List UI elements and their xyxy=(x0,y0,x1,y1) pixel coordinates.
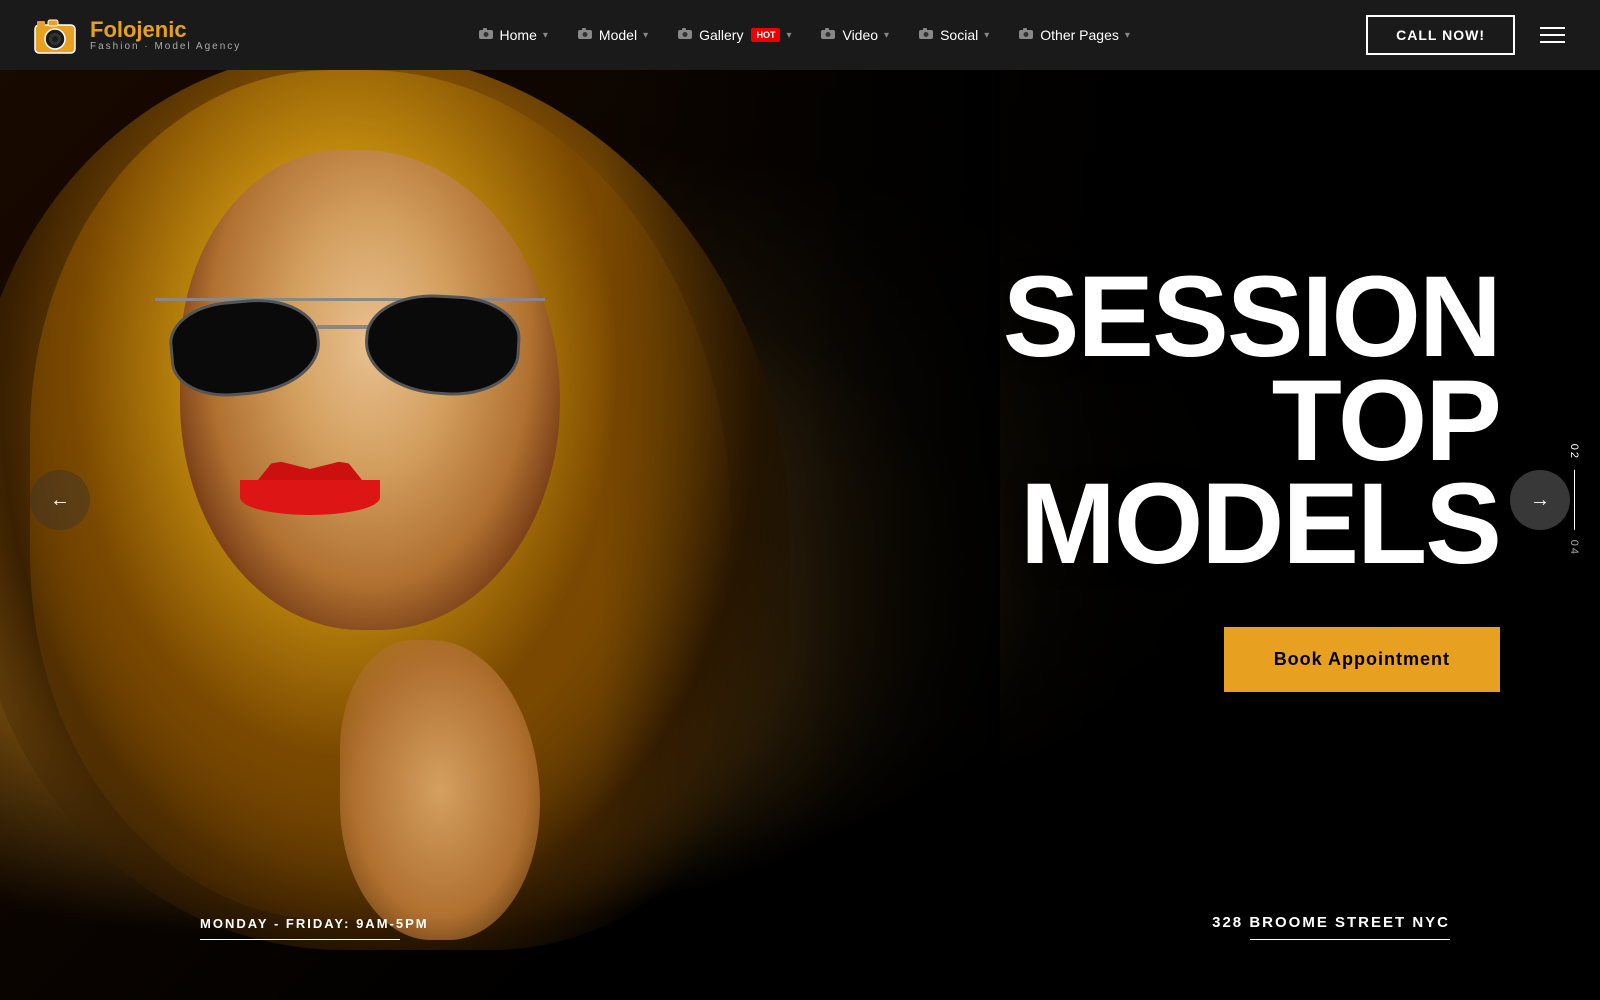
camera-icon-video xyxy=(820,26,836,45)
nav-link-other-pages[interactable]: Other Pages ▾ xyxy=(1006,18,1142,53)
hero-content: SESSION TOP MODELS Book Appointment xyxy=(820,266,1500,691)
dropdown-arrow-model: ▾ xyxy=(643,30,648,41)
call-now-button[interactable]: CALL NOW! xyxy=(1366,15,1515,55)
sunglass-lens-right xyxy=(362,291,522,399)
dropdown-arrow-video: ▾ xyxy=(884,30,889,41)
dropdown-arrow-social: ▾ xyxy=(984,30,989,41)
nav-link-home[interactable]: Home ▾ xyxy=(466,18,560,53)
logo-icon xyxy=(30,10,80,60)
schedule-underline xyxy=(200,939,400,940)
bottom-schedule-info: MONDAY - FRIDAY: 9AM-5PM xyxy=(200,916,429,940)
sunglasses xyxy=(150,290,550,410)
arrow-right-icon: → xyxy=(1530,489,1550,512)
address-underline xyxy=(1250,939,1450,940)
nav-right: CALL NOW! xyxy=(1366,15,1570,55)
nav-menu: Home ▾ Model ▾ Gallery HOT ▾ xyxy=(466,18,1142,53)
nav-link-model[interactable]: Model ▾ xyxy=(565,18,660,53)
nav-link-gallery[interactable]: Gallery HOT ▾ xyxy=(665,18,803,53)
camera-icon-model xyxy=(577,26,593,45)
brand-tagline: Fashion · Model Agency xyxy=(90,41,241,52)
lips-lower xyxy=(240,480,380,515)
nav-item-other-pages[interactable]: Other Pages ▾ xyxy=(1006,18,1142,53)
schedule-text: MONDAY - FRIDAY: 9AM-5PM xyxy=(200,916,429,931)
slide-current-number: 02 xyxy=(1568,444,1580,460)
nav-label-gallery: Gallery xyxy=(699,27,743,43)
slide-prev-button[interactable]: ← xyxy=(30,470,90,530)
hero-title-line2: TOP MODELS xyxy=(1020,356,1500,587)
nav-link-video[interactable]: Video ▾ xyxy=(808,18,901,53)
arrow-left-icon: ← xyxy=(50,489,70,512)
hamburger-line-1 xyxy=(1540,27,1565,29)
nav-item-social[interactable]: Social ▾ xyxy=(906,18,1001,53)
camera-icon-gallery xyxy=(677,26,693,45)
slide-next-button[interactable]: → xyxy=(1510,470,1570,530)
nav-item-gallery[interactable]: Gallery HOT ▾ xyxy=(665,18,803,53)
camera-icon-other-pages xyxy=(1018,26,1034,45)
nav-item-model[interactable]: Model ▾ xyxy=(565,18,660,53)
camera-icon-home xyxy=(478,26,494,45)
brand-logo[interactable]: Folojenic Fashion · Model Agency xyxy=(30,10,241,60)
nav-label-other-pages: Other Pages xyxy=(1040,27,1119,43)
nav-label-model: Model xyxy=(599,27,637,43)
nav-label-video: Video xyxy=(842,27,878,43)
navbar: Folojenic Fashion · Model Agency Home ▾ … xyxy=(0,0,1600,70)
nav-link-social[interactable]: Social ▾ xyxy=(906,18,1001,53)
hamburger-line-2 xyxy=(1540,34,1565,36)
nav-item-home[interactable]: Home ▾ xyxy=(466,18,560,53)
brand-name-group: Folojenic Fashion · Model Agency xyxy=(90,19,241,52)
address-text: 328 BROOME STREET NYC xyxy=(1212,914,1450,931)
nav-label-home: Home xyxy=(500,27,537,43)
hot-badge: HOT xyxy=(751,28,780,42)
slide-divider-line xyxy=(1574,470,1575,530)
dropdown-arrow-other-pages: ▾ xyxy=(1125,30,1130,41)
brand-name: Folojenic xyxy=(90,19,241,41)
hero-title: SESSION TOP MODELS xyxy=(820,266,1500,576)
slide-total-number: 04 xyxy=(1568,540,1580,556)
sunglass-lens-left xyxy=(166,294,324,402)
nav-label-social: Social xyxy=(940,27,978,43)
book-appointment-button[interactable]: Book Appointment xyxy=(1224,626,1500,691)
dropdown-arrow-gallery: ▾ xyxy=(786,30,791,41)
nav-item-video[interactable]: Video ▾ xyxy=(808,18,901,53)
hero-section: SESSION TOP MODELS Book Appointment ← → … xyxy=(0,0,1600,1000)
slide-indicators: 02 04 xyxy=(1568,444,1580,557)
hamburger-line-3 xyxy=(1540,41,1565,43)
hamburger-menu[interactable] xyxy=(1535,22,1570,48)
camera-icon-social xyxy=(918,26,934,45)
lips xyxy=(240,460,380,515)
bottom-address-info: 328 BROOME STREET NYC xyxy=(1212,914,1450,940)
dropdown-arrow-home: ▾ xyxy=(543,30,548,41)
